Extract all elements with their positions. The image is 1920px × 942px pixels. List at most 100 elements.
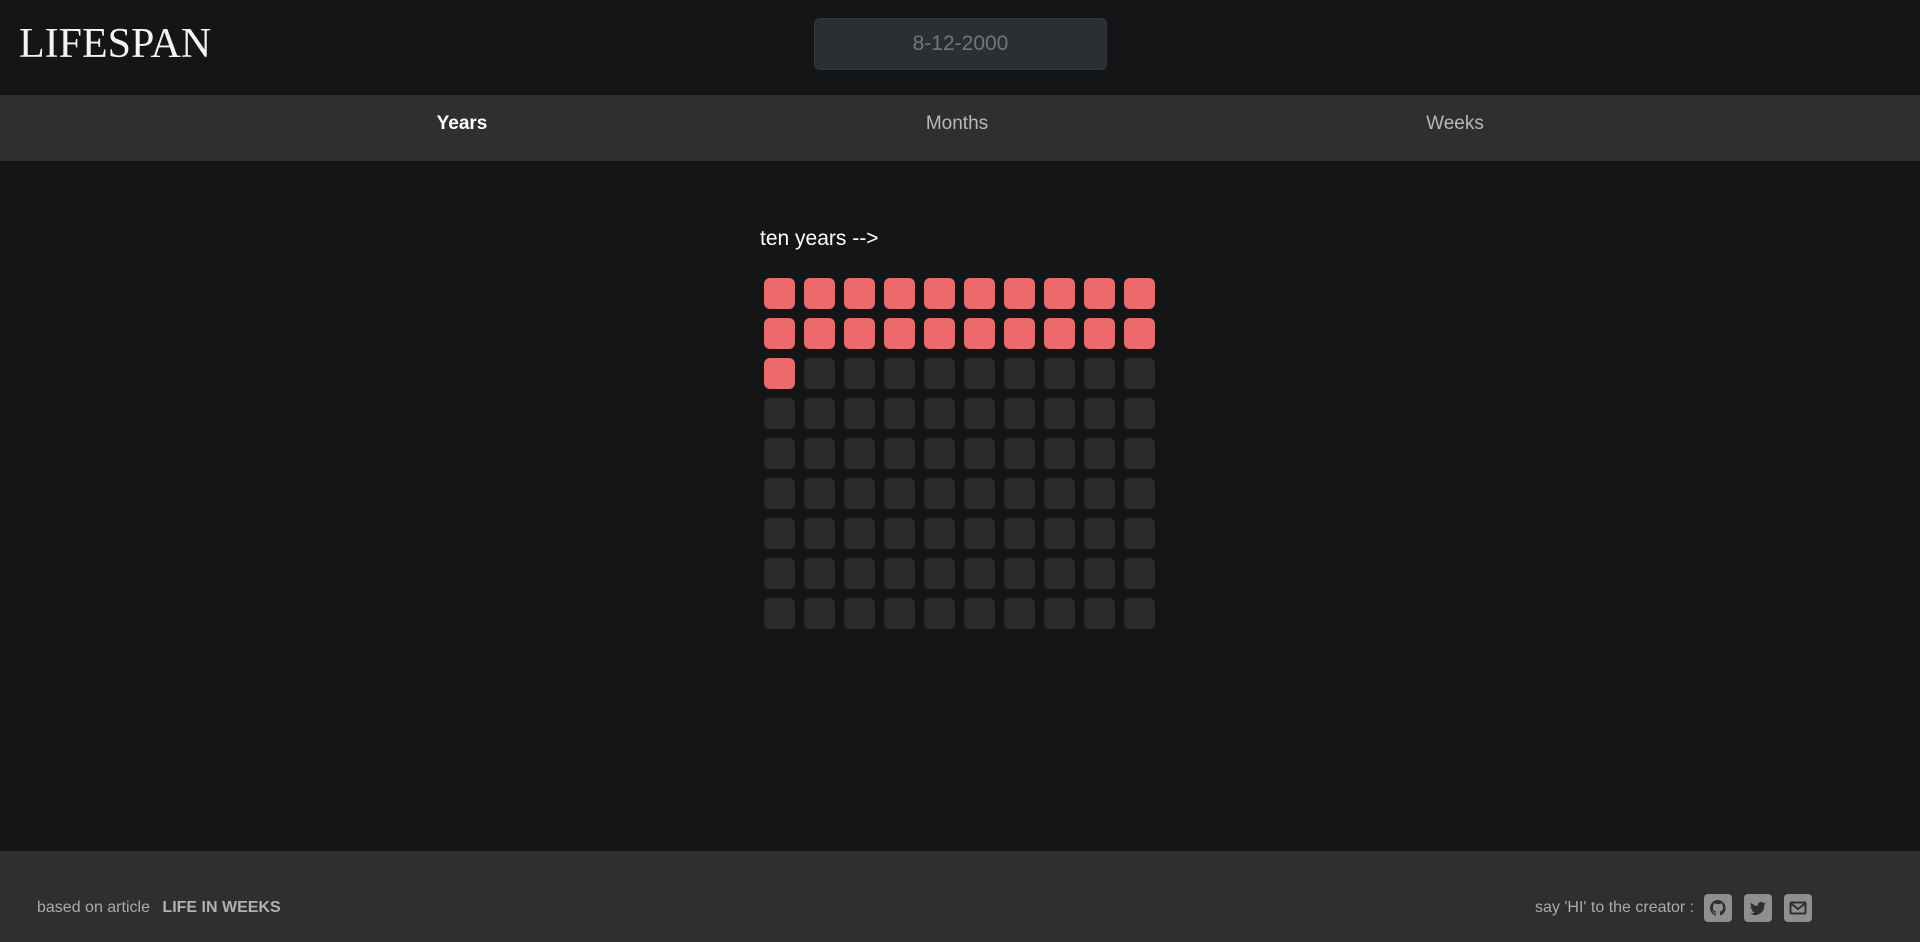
future-year-cell [1044, 558, 1075, 589]
email-icon[interactable] [1784, 894, 1813, 922]
future-year-cell [764, 598, 795, 629]
footer: based on article LIFE IN WEEKS say 'HI' … [0, 851, 1920, 942]
lived-year-cell [1124, 278, 1155, 309]
footer-social: say 'HI' to the creator : [1535, 893, 1813, 923]
article-link[interactable]: LIFE IN WEEKS [162, 899, 280, 916]
future-year-cell [924, 518, 955, 549]
future-year-cell [1124, 518, 1155, 549]
lived-year-cell [1044, 278, 1075, 309]
future-year-cell [844, 438, 875, 469]
future-year-cell [1084, 358, 1115, 389]
footer-credit: based on article LIFE IN WEEKS [37, 897, 281, 919]
future-year-cell [764, 438, 795, 469]
future-year-cell [804, 358, 835, 389]
future-year-cell [1004, 358, 1035, 389]
lived-year-cell [764, 278, 795, 309]
future-year-cell [1044, 398, 1075, 429]
lived-year-cell [884, 318, 915, 349]
lived-year-cell [844, 278, 875, 309]
future-year-cell [884, 438, 915, 469]
tab-months[interactable]: Months [926, 95, 988, 161]
future-year-cell [924, 598, 955, 629]
say-hi-text: say 'HI' to the creator : [1535, 899, 1695, 916]
lived-year-cell [764, 318, 795, 349]
future-year-cell [804, 438, 835, 469]
lived-year-cell [804, 278, 835, 309]
lived-year-cell [924, 318, 955, 349]
future-year-cell [964, 598, 995, 629]
tab-years[interactable]: Years [437, 95, 488, 161]
based-on-text: based on article [37, 899, 150, 916]
future-year-cell [964, 478, 995, 509]
future-year-cell [884, 358, 915, 389]
future-year-cell [964, 558, 995, 589]
future-year-cell [924, 358, 955, 389]
future-year-cell [844, 558, 875, 589]
future-year-cell [884, 478, 915, 509]
future-year-cell [844, 398, 875, 429]
lived-year-cell [884, 278, 915, 309]
lived-year-cell [964, 318, 995, 349]
future-year-cell [764, 558, 795, 589]
future-year-cell [1084, 398, 1115, 429]
future-year-cell [964, 518, 995, 549]
future-year-cell [1004, 478, 1035, 509]
future-year-cell [1004, 398, 1035, 429]
future-year-cell [1044, 438, 1075, 469]
future-year-cell [1124, 478, 1155, 509]
future-year-cell [924, 558, 955, 589]
lived-year-cell [964, 278, 995, 309]
future-year-cell [964, 438, 995, 469]
future-year-cell [764, 478, 795, 509]
github-icon[interactable] [1704, 894, 1733, 922]
birthdate-input[interactable] [814, 18, 1107, 70]
future-year-cell [884, 398, 915, 429]
lived-year-cell [1004, 318, 1035, 349]
future-year-cell [1084, 598, 1115, 629]
grid-label: ten years --> [760, 227, 879, 250]
future-year-cell [964, 358, 995, 389]
future-year-cell [844, 478, 875, 509]
future-year-cell [884, 518, 915, 549]
future-year-cell [1004, 438, 1035, 469]
future-year-cell [844, 358, 875, 389]
logo: LIFESPAN [19, 21, 212, 67]
future-year-cell [764, 398, 795, 429]
future-year-cell [804, 598, 835, 629]
future-year-cell [844, 518, 875, 549]
lived-year-cell [1084, 278, 1115, 309]
twitter-icon[interactable] [1744, 894, 1773, 922]
tab-weeks[interactable]: Weeks [1426, 95, 1484, 161]
future-year-cell [1044, 598, 1075, 629]
lived-year-cell [1084, 318, 1115, 349]
lived-year-cell [924, 278, 955, 309]
header: LIFESPAN [0, 0, 1920, 95]
future-year-cell [1004, 598, 1035, 629]
future-year-cell [1084, 478, 1115, 509]
future-year-cell [924, 478, 955, 509]
future-year-cell [884, 558, 915, 589]
future-year-cell [1124, 358, 1155, 389]
tab-bar: Years Months Weeks [0, 95, 1920, 161]
future-year-cell [964, 398, 995, 429]
future-year-cell [1004, 558, 1035, 589]
lived-year-cell [844, 318, 875, 349]
future-year-cell [844, 598, 875, 629]
future-year-cell [1044, 518, 1075, 549]
future-year-cell [804, 558, 835, 589]
lived-year-cell [764, 358, 795, 389]
future-year-cell [804, 518, 835, 549]
future-year-cell [1084, 558, 1115, 589]
future-year-cell [1124, 398, 1155, 429]
future-year-cell [804, 398, 835, 429]
future-year-cell [884, 598, 915, 629]
future-year-cell [764, 518, 795, 549]
future-year-cell [1084, 518, 1115, 549]
future-year-cell [1124, 598, 1155, 629]
future-year-cell [1044, 478, 1075, 509]
future-year-cell [924, 438, 955, 469]
lived-year-cell [804, 318, 835, 349]
lived-year-cell [1044, 318, 1075, 349]
future-year-cell [1004, 518, 1035, 549]
future-year-cell [804, 478, 835, 509]
